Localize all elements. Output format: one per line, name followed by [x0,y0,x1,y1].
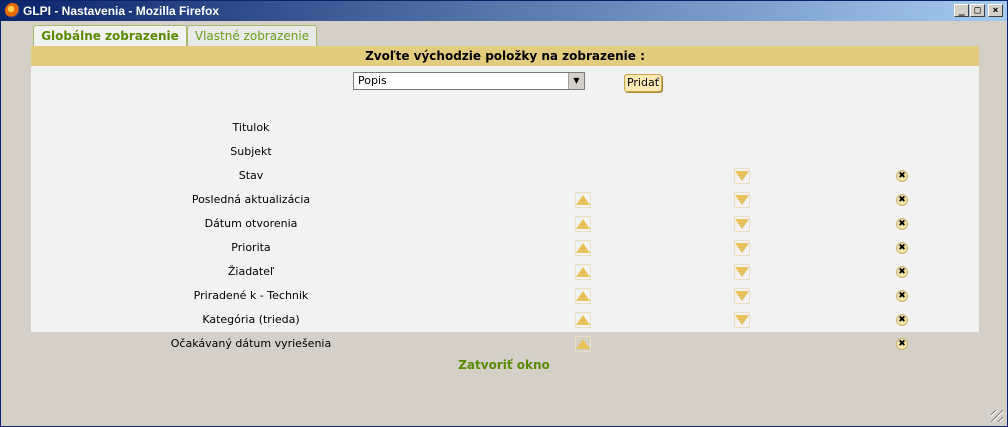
move-up-icon[interactable] [575,240,591,256]
field-label: Dátum otvorenia [204,217,298,230]
move-down-icon[interactable] [734,264,750,280]
browser-window: GLPI - Nastavenia - Mozilla Firefox _ □ … [0,0,1008,427]
move-down-icon[interactable] [734,240,750,256]
field-row: Očakávaný dátum vyriešenia ✖ [31,333,979,355]
close-window-link[interactable]: Zatvoriť okno [3,358,1005,372]
maximize-button[interactable]: □ [970,4,985,17]
delete-glyph: ✖ [896,266,908,278]
move-down-icon[interactable] [734,312,750,328]
dropdown-arrow-icon[interactable]: ▼ [568,73,584,89]
field-select[interactable]: Popis ▼ [353,72,585,90]
move-up-icon[interactable] [575,192,591,208]
field-row: Priradené k - Technik ✖ [31,285,979,307]
display-settings-panel: Zvoľte východzie položky na zobrazenie :… [31,46,979,352]
field-row: Priorita ✖ [31,237,979,259]
field-row: Žiadateľ ✖ [31,261,979,283]
move-down-icon[interactable] [734,192,750,208]
delete-icon[interactable]: ✖ [894,216,910,232]
field-label: Stav [238,169,264,182]
field-row: Dátum otvorenia ✖ [31,213,979,235]
resize-grip-icon[interactable] [991,410,1003,422]
field-label: Očakávaný dátum vyriešenia [170,337,332,350]
delete-glyph: ✖ [896,170,908,182]
select-value: Popis [358,74,387,87]
move-up-icon[interactable] [575,264,591,280]
move-up-icon[interactable] [575,312,591,328]
delete-glyph: ✖ [896,338,908,350]
move-down-icon[interactable] [734,288,750,304]
page-content: Globálne zobrazenie Vlastné zobrazenie Z… [3,22,1005,424]
field-label: Kategória (trieda) [202,313,300,326]
delete-glyph: ✖ [896,314,908,326]
add-button[interactable]: Pridať [624,74,662,92]
delete-icon[interactable]: ✖ [894,288,910,304]
move-up-icon[interactable] [575,336,591,352]
title-bar[interactable]: GLPI - Nastavenia - Mozilla Firefox _ □ … [1,1,1007,21]
delete-icon[interactable]: ✖ [894,312,910,328]
delete-icon[interactable]: ✖ [894,240,910,256]
field-row: Subjekt [31,141,979,163]
firefox-icon [5,3,20,18]
tab-personal-view[interactable]: Vlastné zobrazenie [187,25,317,46]
field-row: Stav ✖ [31,165,979,187]
delete-glyph: ✖ [896,290,908,302]
panel-header: Zvoľte východzie položky na zobrazenie : [31,46,979,66]
delete-icon[interactable]: ✖ [894,192,910,208]
window-title: GLPI - Nastavenia - Mozilla Firefox [23,4,220,18]
field-label: Žiadateľ [227,265,275,278]
move-down-icon[interactable] [734,216,750,232]
tab-global-view[interactable]: Globálne zobrazenie [33,25,187,47]
minimize-button[interactable]: _ [954,4,969,17]
delete-glyph: ✖ [896,218,908,230]
delete-glyph: ✖ [896,242,908,254]
delete-glyph: ✖ [896,194,908,206]
delete-icon[interactable]: ✖ [894,168,910,184]
move-down-icon[interactable] [734,168,750,184]
field-label: Posledná aktualizácia [191,193,311,206]
field-label: Titulok [232,121,270,134]
close-window-button[interactable]: × [988,4,1003,17]
move-up-icon[interactable] [575,216,591,232]
field-row: Posledná aktualizácia ✖ [31,189,979,211]
move-up-icon[interactable] [575,288,591,304]
field-label: Priradené k - Technik [193,289,309,302]
delete-icon[interactable]: ✖ [894,336,910,352]
field-row: Kategória (trieda) ✖ [31,309,979,331]
field-row: Titulok [31,117,979,139]
field-label: Priorita [231,241,271,254]
delete-icon[interactable]: ✖ [894,264,910,280]
field-label: Subjekt [230,145,272,158]
